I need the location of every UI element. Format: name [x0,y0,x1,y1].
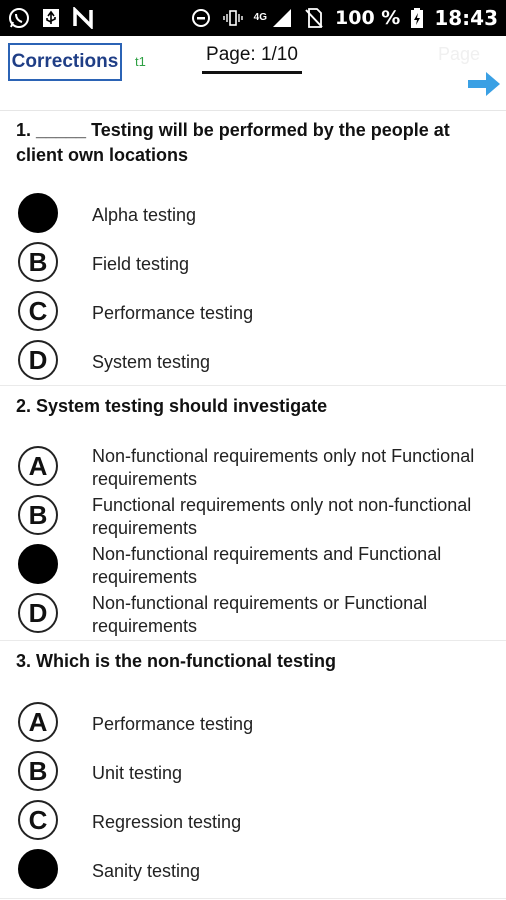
option-letter-circle[interactable]: B [18,495,58,535]
page-ghost-label: Page [438,44,481,64]
page-indicator: Page: 1/10 [206,44,298,65]
option-label: Performance testing [92,302,254,323]
option-label: Non-functional requirements only not Fun… [92,446,475,489]
option-label: Non-functional requirements and Function… [92,544,442,587]
option-label: Functional requirements only not non-fun… [92,495,472,538]
question-text: 2. System testing should investigate [16,396,328,416]
page-indicator-underline [202,71,302,74]
question-card: 2. System testing should investigate A N… [0,386,506,641]
vibrate-icon [222,7,244,29]
question-text: 3. Which is the non-functional testing [16,651,336,671]
status-bar-left [8,7,94,29]
option-a[interactable]: A Non-functional requirements only not F… [18,445,498,491]
option-b[interactable]: B Unit testing [18,750,498,796]
test-tag: t1 [135,54,146,69]
option-letter-circle[interactable]: A [18,702,58,742]
option-b[interactable]: B Field testing [18,241,498,287]
question-text: 1. _____ Testing will be performed by th… [16,120,450,165]
battery-charging-icon [410,7,424,29]
signal-icon [271,7,293,29]
option-d[interactable]: D System testing [18,339,498,385]
option-letter-circle[interactable]: A [18,193,58,233]
question-card: 1. _____ Testing will be performed by th… [0,110,506,386]
option-b[interactable]: B Functional requirements only not non-f… [18,494,498,540]
option-label: Sanity testing [92,860,201,881]
no-sim-icon [303,7,325,29]
status-bar-right: 4G 100 % 18:43 [190,6,498,30]
option-label: Regression testing [92,811,242,832]
option-letter-circle[interactable]: C [18,291,58,331]
option-c[interactable]: C Regression testing [18,799,498,845]
option-label: Non-functional requirements or Functiona… [92,593,428,636]
whatsapp-icon [8,7,30,29]
n-notification-icon [72,7,94,29]
option-label: System testing [92,351,211,372]
option-letter-circle[interactable]: A [18,446,58,486]
option-letter-circle[interactable]: C [18,800,58,840]
clock: 18:43 [434,6,498,30]
option-d[interactable]: D Non-functional requirements or Functio… [18,592,498,638]
option-d[interactable]: D Sanity testing [18,848,498,894]
option-c[interactable]: C Non-functional requirements and Functi… [18,543,498,589]
data-saver-icon [190,7,212,29]
battery-percentage: 100 % [335,7,401,29]
option-label: Unit testing [92,762,183,783]
option-label: Field testing [92,253,190,274]
question-card: 3. Which is the non-functional testing A… [0,641,506,899]
option-a[interactable]: A Performance testing [18,701,498,747]
option-letter-circle[interactable]: B [18,242,58,282]
option-label: Performance testing [92,713,254,734]
option-letter-circle[interactable]: C [18,544,58,584]
option-letter-circle[interactable]: D [18,340,58,380]
option-c[interactable]: C Performance testing [18,290,498,336]
option-a[interactable]: A Alpha testing [18,192,498,238]
status-bar: 4G 100 % 18:43 [0,0,506,36]
corrections-button[interactable]: Corrections [8,43,122,81]
option-letter-circle[interactable]: D [18,849,58,889]
quiz-header: Corrections t1 Page: 1/10 Page [0,36,506,111]
usb-icon [40,7,62,29]
option-letter-circle[interactable]: D [18,593,58,633]
option-letter-circle[interactable]: B [18,751,58,791]
option-label: Alpha testing [92,204,197,225]
next-page-arrow-icon[interactable] [466,66,502,102]
network-type-label: 4G [253,12,268,23]
